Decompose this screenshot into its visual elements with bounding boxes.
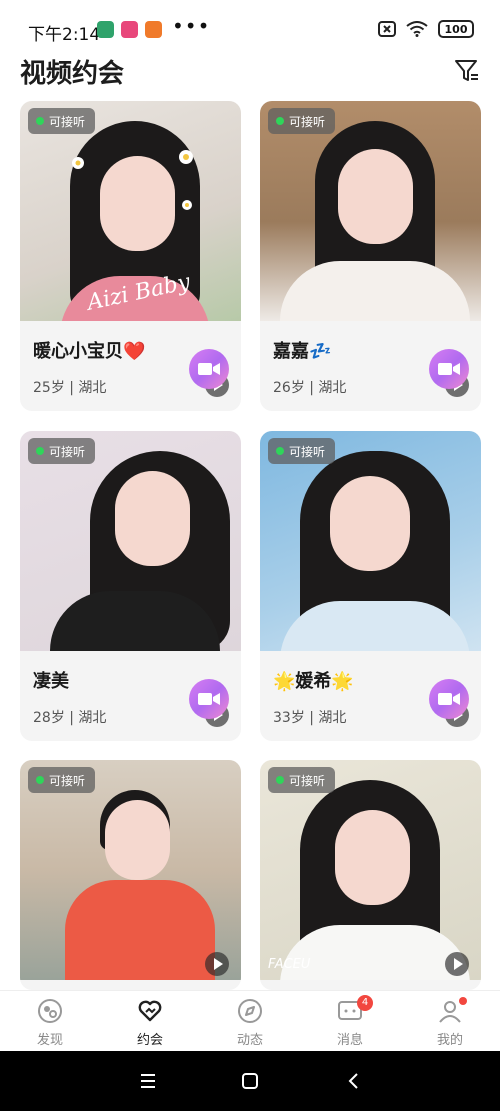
- card-name: 凄美: [33, 671, 69, 692]
- video-card[interactable]: FACEU 可接听: [260, 760, 481, 990]
- profile-photo: FACEU: [260, 760, 481, 980]
- faceu-watermark: FACEU: [268, 957, 311, 972]
- nav-label: 我的: [436, 1033, 463, 1048]
- home-icon[interactable]: [238, 1069, 262, 1093]
- profile-photo: Aizi Baby: [20, 101, 241, 321]
- available-badge: 可接听: [268, 767, 336, 793]
- nav-messages[interactable]: 4 消息: [320, 995, 380, 1048]
- online-dot-icon: [36, 776, 44, 784]
- profile-photo: [260, 431, 481, 651]
- card-name: 嘉嘉💤: [273, 341, 332, 362]
- back-icon[interactable]: [342, 1069, 366, 1093]
- nav-discover[interactable]: 发现: [20, 997, 80, 1048]
- card-name: 暖心小宝贝❤️: [33, 341, 146, 362]
- play-icon[interactable]: [445, 952, 469, 976]
- play-icon[interactable]: [205, 952, 229, 976]
- card-info: 25岁 | 湖北: [33, 380, 107, 396]
- bottom-nav: 发现 约会 动态 4 消息 我的: [0, 990, 500, 1050]
- app-notification-icon: [145, 21, 162, 38]
- nav-profile[interactable]: 我的: [420, 997, 480, 1048]
- nav-label: 动态: [236, 1033, 263, 1048]
- video-card[interactable]: 可接听 凄美 28岁 | 湖北: [20, 431, 241, 741]
- video-card[interactable]: 可接听 嘉嘉💤 26岁 | 湖北: [260, 101, 481, 411]
- nav-label: 发现: [36, 1033, 63, 1048]
- nav-label: 约会: [136, 1033, 163, 1048]
- card-info: 28岁 | 湖北: [33, 710, 107, 726]
- system-nav-bar: [0, 1051, 500, 1111]
- video-camera-icon: [438, 363, 460, 375]
- status-bar: 下午2:14 ••• 100: [0, 0, 500, 50]
- app-notification-icon: [121, 21, 138, 38]
- video-card[interactable]: 可接听 🌟媛希🌟 33岁 | 湖北: [260, 431, 481, 741]
- profile-photo: [20, 760, 241, 980]
- online-dot-icon: [276, 776, 284, 784]
- available-badge: 可接听: [268, 438, 336, 464]
- available-badge: 可接听: [28, 108, 96, 134]
- available-badge: 可接听: [268, 108, 336, 134]
- discover-icon: [38, 999, 62, 1023]
- card-info: 26岁 | 湖北: [273, 380, 347, 396]
- nav-dating[interactable]: 约会: [120, 997, 180, 1048]
- signature-overlay: Aizi Baby: [72, 150, 193, 317]
- heart-icon: [138, 1000, 162, 1022]
- sim-off-icon: [378, 21, 396, 37]
- online-dot-icon: [36, 117, 44, 125]
- video-call-button[interactable]: [429, 349, 469, 389]
- online-dot-icon: [36, 447, 44, 455]
- notification-dot: [459, 997, 467, 1005]
- video-call-button[interactable]: [189, 349, 229, 389]
- available-badge: 可接听: [28, 438, 96, 464]
- video-camera-icon: [438, 693, 460, 705]
- more-notifications-icon: •••: [172, 14, 211, 38]
- video-call-button[interactable]: [429, 679, 469, 719]
- video-card[interactable]: 可接听: [20, 760, 241, 990]
- profile-photo: [260, 101, 481, 321]
- card-name: 🌟媛希🌟: [273, 671, 354, 692]
- video-card[interactable]: Aizi Baby 可接听 暖心小宝贝❤️ 25岁 | 湖北: [20, 101, 241, 411]
- app-notification-icon: [97, 21, 114, 38]
- unread-badge: 4: [357, 995, 373, 1011]
- filter-icon[interactable]: [454, 58, 480, 84]
- svg-text:FACEU: FACEU: [268, 957, 311, 972]
- nav-label: 消息: [336, 1033, 363, 1048]
- compass-icon: [238, 999, 262, 1023]
- online-dot-icon: [276, 117, 284, 125]
- status-time: 下午2:14: [28, 25, 101, 45]
- svg-text:Aizi Baby: Aizi Baby: [83, 270, 193, 317]
- card-info: 33岁 | 湖北: [273, 710, 347, 726]
- page-title: 视频约会: [20, 59, 125, 89]
- video-camera-icon: [198, 363, 220, 375]
- available-badge: 可接听: [28, 767, 96, 793]
- wifi-icon: [406, 21, 428, 37]
- video-camera-icon: [198, 693, 220, 705]
- battery-icon: 100: [438, 20, 474, 38]
- online-dot-icon: [276, 447, 284, 455]
- video-call-button[interactable]: [189, 679, 229, 719]
- recent-apps-icon[interactable]: [136, 1069, 160, 1093]
- nav-moments[interactable]: 动态: [220, 997, 280, 1048]
- profile-photo: [20, 431, 241, 651]
